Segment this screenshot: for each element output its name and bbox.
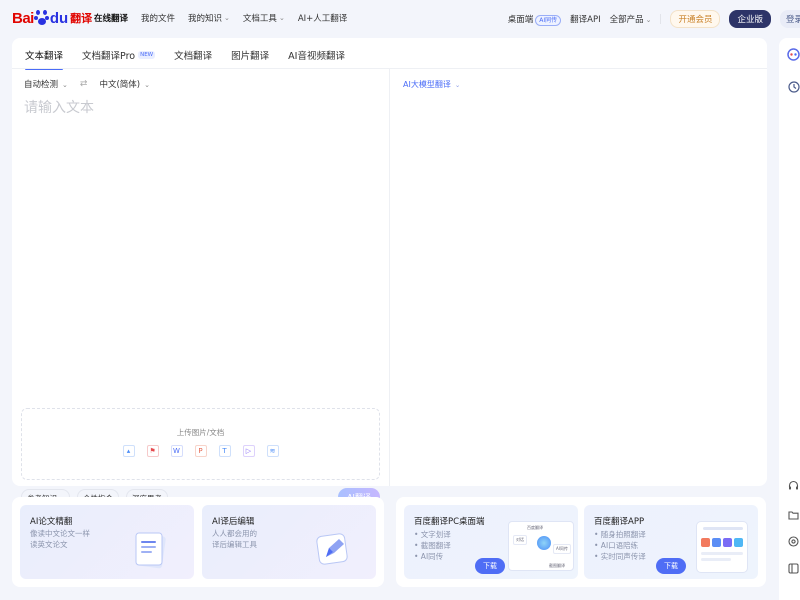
promo-title: 百度翻译APP (594, 517, 645, 527)
assistant-icon[interactable] (787, 48, 800, 61)
promo-sub: • 随身拍照翻译 (594, 530, 646, 539)
ai-post-edit-card[interactable]: AI译后编辑 人人都会用的 译后编辑工具 (202, 505, 376, 579)
headset-icon[interactable] (787, 479, 800, 492)
language-selector: 自动检测 ⌄ ⇄ 中文(简体) ⌄ (24, 78, 150, 90)
mobile-app-card[interactable]: 百度翻译APP • 随身拍照翻译 • AI口语陪练 • 实时同声传译 下载 (584, 505, 758, 579)
source-language-select[interactable]: 自动检测 ⌄ (24, 78, 68, 90)
pdf-icon[interactable]: ⚑ (146, 445, 159, 457)
upload-dropzone[interactable]: 上传图片/文档 ▴ ⚑ W P T ▷ ≋ (21, 408, 380, 480)
word-icon[interactable]: W (170, 445, 183, 457)
upload-type-icons: ▴ ⚑ W P T ▷ ≋ (22, 445, 379, 457)
image-icon[interactable]: ▴ (122, 445, 135, 457)
tab-doc-translate-pro[interactable]: 文档翻译Pro NEW (82, 48, 156, 70)
new-badge: NEW (138, 51, 156, 59)
paw-icon (33, 10, 49, 26)
tab-doc-translate[interactable]: 文档翻译 (174, 48, 212, 70)
top-bar: Bai du 翻译 在线翻译 我的文件 我的知识 ⌄ 文档工具 ⌄ AI+人工翻译 … (0, 0, 800, 36)
header-actions: 桌面端 AI同传 翻译API 全部产品 ⌄ 开通会员 企业版 登录 (508, 10, 800, 28)
chevron-down-icon: ⌄ (645, 16, 652, 24)
target-language-select[interactable]: 中文(简体) ⌄ (99, 78, 150, 90)
tab-av-translate[interactable]: AI音视频翻译 (288, 48, 345, 70)
source-text-input[interactable]: 请输入文本 (24, 97, 94, 117)
vip-button[interactable]: 开通会员 (670, 10, 721, 28)
promo-sub: • 文字划译 (414, 530, 451, 539)
model-selector[interactable]: AI大模型翻译 ⌄ (403, 79, 460, 90)
mockup-label: 截图翻译 (549, 563, 565, 568)
collapse-icon[interactable] (787, 562, 800, 575)
chevron-down-icon: ⌄ (62, 81, 68, 89)
promo-sub: • AI口语陪练 (594, 541, 639, 550)
promo-sub: 人人都会用的 (212, 529, 257, 538)
logo-bai: Bai (12, 9, 34, 27)
download-promo: 百度翻译PC桌面端 • 文字划译 • 截图翻译 • AI同传 百度翻译 对话 A… (396, 497, 766, 587)
nav-doc-tools[interactable]: 文档工具 ⌄ (243, 12, 285, 24)
swap-icon[interactable]: ⇄ (80, 79, 88, 89)
logo-product: 翻译 (70, 12, 93, 25)
chevron-down-icon: ⌄ (278, 14, 285, 22)
audio-icon[interactable]: ≋ (266, 445, 279, 457)
promo-title: 百度翻译PC桌面端 (414, 517, 485, 527)
nav-my-files[interactable]: 我的文件 (141, 12, 175, 24)
ppt-icon[interactable]: P (194, 445, 207, 457)
all-products-menu[interactable]: 全部产品 ⌄ (610, 13, 652, 25)
translate-card: 文本翻译 文档翻译Pro NEW 文档翻译 图片翻译 AI音视频翻译 自动检测 ⌄ … (12, 38, 767, 508)
chevron-down-icon: ⌄ (454, 80, 461, 89)
tab-text-translate[interactable]: 文本翻译 (25, 48, 64, 70)
document-icon (135, 532, 166, 569)
nav-ai-human-translate[interactable]: AI+人工翻译 (298, 12, 347, 24)
logo-du: du (49, 9, 69, 27)
ai-simultaneous-badge: AI同传 (535, 14, 562, 26)
pc-desktop-card[interactable]: 百度翻译PC桌面端 • 文字划译 • 截图翻译 • AI同传 百度翻译 对话 A… (404, 505, 578, 579)
pc-app-mockup: 百度翻译 对话 AI同传 截图翻译 (508, 521, 574, 571)
chevron-down-icon: ⌄ (224, 14, 230, 22)
mockup-orb (537, 536, 551, 550)
pc-download-button[interactable]: 下载 (475, 558, 505, 574)
chevron-down-icon: ⌄ (144, 81, 150, 89)
txt-icon[interactable]: T (218, 445, 231, 457)
nav-online-translate[interactable]: 在线翻译 (94, 12, 128, 24)
enterprise-button[interactable]: 企业版 (729, 10, 771, 28)
mode-tabs: 文本翻译 文档翻译Pro NEW 文档翻译 图片翻译 AI音视频翻译 (25, 48, 345, 70)
history-icon[interactable] (787, 80, 800, 93)
baidu-logo[interactable]: Bai du 翻译 (12, 8, 92, 28)
promo-sub: • 截图翻译 (414, 541, 451, 550)
mockup-label: 对话 (513, 535, 527, 545)
promo-title: AI论文精翻 (30, 517, 73, 527)
settings-icon[interactable] (787, 535, 800, 548)
api-link[interactable]: 翻译API (570, 13, 600, 25)
desktop-link[interactable]: 桌面端 AI同传 (508, 13, 562, 26)
ai-paper-translate-card[interactable]: AI论文精翻 像读中文论文一样 读英文论文 (20, 505, 194, 579)
promo-sub: 译后编辑工具 (212, 540, 257, 549)
app-mockup (696, 521, 748, 573)
mockup-label: AI同传 (553, 544, 571, 554)
mockup-label: 百度翻译 (527, 525, 543, 530)
ai-tools-promo: AI论文精翻 像读中文论文一样 读英文论文 AI译后编辑 人人都会用的 译后编辑… (12, 497, 384, 587)
edit-icon (316, 533, 348, 565)
promo-title: AI译后编辑 (212, 517, 255, 527)
main-nav: 在线翻译 我的文件 我的知识 ⌄ 文档工具 ⌄ AI+人工翻译 (94, 12, 347, 24)
promo-sub: 读英文论文 (30, 540, 68, 549)
target-pane: AI大模型翻译 ⌄ (389, 69, 767, 486)
promo-sub: • 实时同声传译 (594, 552, 646, 561)
tab-image-translate[interactable]: 图片翻译 (231, 48, 269, 70)
header-divider (660, 14, 662, 24)
promo-sub: • AI同传 (414, 552, 444, 561)
nav-my-knowledge[interactable]: 我的知识 ⌄ (188, 12, 230, 24)
source-pane: 自动检测 ⌄ ⇄ 中文(简体) ⌄ 请输入文本 上传图片/文档 ▴ ⚑ W P T … (12, 69, 389, 508)
promo-sub: 像读中文论文一样 (30, 529, 90, 538)
login-button[interactable]: 登录 (780, 10, 800, 28)
upload-title: 上传图片/文档 (176, 428, 225, 437)
app-download-button[interactable]: 下载 (656, 558, 686, 574)
right-rail (779, 38, 800, 600)
folder-icon[interactable] (787, 508, 800, 521)
video-icon[interactable]: ▷ (242, 445, 255, 457)
